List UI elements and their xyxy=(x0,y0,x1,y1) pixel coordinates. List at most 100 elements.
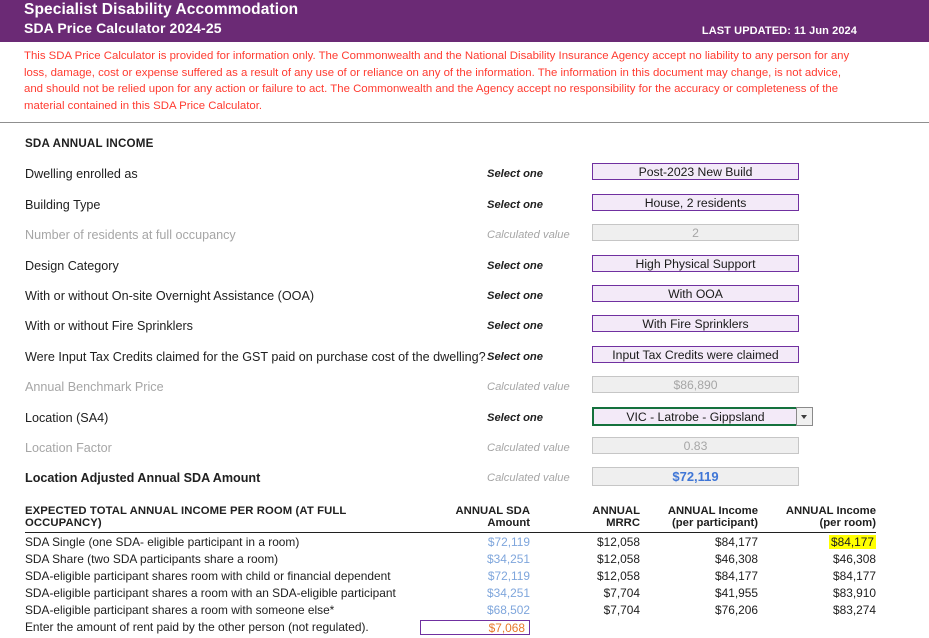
sda-annual-income-form: SDA ANNUAL INCOME Dwelling enrolled as S… xyxy=(0,123,929,497)
cell-per-room: $83,910 xyxy=(833,585,876,600)
cell-sda-amount: $72,119 xyxy=(487,568,530,583)
row-label: SDA-eligible participant shares room wit… xyxy=(25,568,391,583)
cell-sda-amount: $34,251 xyxy=(487,551,530,566)
table-header-per-room-line1: ANNUAL Income xyxy=(785,505,876,517)
rent-amount-input[interactable]: $7,068 xyxy=(420,619,530,635)
form-row-input-tax-credits: Were Input Tax Credits claimed for the G… xyxy=(0,345,929,376)
hint-design-category: Select one xyxy=(487,259,543,272)
form-row-design-category: Design Category Select one High Physical… xyxy=(0,254,929,285)
table-header-sda-amount-line2: Amount xyxy=(487,517,530,529)
cell-sda-amount: $72,119 xyxy=(487,534,530,549)
hint-input-tax-credits: Select one xyxy=(487,350,543,363)
select-ooa[interactable]: With OOA xyxy=(592,284,799,302)
table-header-sda-amount-line1: ANNUAL SDA xyxy=(455,505,530,517)
rent-entry-cell: $7,068 xyxy=(420,618,530,636)
value-location-adjusted-amount: $72,119 xyxy=(592,467,799,487)
table-header-sda-amount: ANNUAL SDA Amount xyxy=(420,505,530,533)
rent-empty-1 xyxy=(530,618,640,636)
select-location-sa4[interactable]: VIC - Latrobe - Gippsland xyxy=(592,406,799,426)
page-title: Specialist Disability Accommodation xyxy=(24,1,299,18)
rent-empty-3 xyxy=(758,618,876,636)
cell-mrrc: $12,058 xyxy=(597,568,640,583)
table-header-per-room: ANNUAL Income (per room) xyxy=(758,505,876,533)
cell-per-room: $84,177 xyxy=(833,568,876,583)
section-heading: SDA ANNUAL INCOME xyxy=(25,137,154,151)
cell-per-room: $84,177 xyxy=(758,533,876,551)
row-label: SDA-eligible participant shares a room w… xyxy=(25,602,335,617)
chevron-down-icon xyxy=(801,414,807,419)
expected-income-table-wrap: EXPECTED TOTAL ANNUAL INCOME PER ROOM (A… xyxy=(0,505,929,636)
table-row: SDA-eligible participant shares room wit… xyxy=(25,567,876,584)
label-location-sa4: Location (SA4) xyxy=(25,410,109,425)
cell-mrrc: $7,704 xyxy=(603,602,640,617)
cell-mrrc: $12,058 xyxy=(597,551,640,566)
rent-entry-label: Enter the amount of rent paid by the oth… xyxy=(25,620,369,634)
row-label: SDA Share (two SDA participants share a … xyxy=(25,551,279,566)
hint-location-sa4: Select one xyxy=(487,411,543,424)
label-ooa: With or without On-site Overnight Assist… xyxy=(25,288,315,303)
row-label: SDA Single (one SDA- eligible participan… xyxy=(25,534,300,549)
table-header-description: EXPECTED TOTAL ANNUAL INCOME PER ROOM (A… xyxy=(25,505,420,533)
table-row: SDA-eligible participant shares a room w… xyxy=(25,601,876,618)
cell-mrrc: $12,058 xyxy=(597,534,640,549)
cell-per-room: $83,274 xyxy=(833,602,876,617)
table-header-description-text: EXPECTED TOTAL ANNUAL INCOME PER ROOM (A… xyxy=(25,505,347,529)
table-header-mrrc-line2: MRRC xyxy=(606,517,640,529)
cell-per-participant: $84,177 xyxy=(715,568,758,583)
form-row-annual-benchmark-price: Annual Benchmark Price Calculated value … xyxy=(0,376,929,406)
label-number-of-residents: Number of residents at full occupancy xyxy=(25,228,236,243)
disclaimer-text: This SDA Price Calculator is provided fo… xyxy=(24,50,850,112)
form-row-location-sa4: Location (SA4) Select one VIC - Latrobe … xyxy=(0,406,929,437)
table-header-per-participant: ANNUAL Income (per participant) xyxy=(640,505,758,533)
label-location-adjusted-amount: Location Adjusted Annual SDA Amount xyxy=(25,471,261,486)
hint-building-type: Select one xyxy=(487,198,543,211)
hint-location-factor: Calculated value xyxy=(487,441,570,454)
table-header-per-room-line2: (per room) xyxy=(819,517,877,529)
table-row-rent-entry: Enter the amount of rent paid by the oth… xyxy=(25,618,876,636)
form-row-fire-sprinklers: With or without Fire Sprinklers Select o… xyxy=(0,315,929,345)
table-row: SDA Single (one SDA- eligible participan… xyxy=(25,533,876,551)
hint-ooa: Select one xyxy=(487,289,543,302)
last-updated-label: LAST UPDATED: 11 Jun 2024 xyxy=(701,25,857,37)
select-design-category[interactable]: High Physical Support xyxy=(592,254,799,272)
form-row-location-adjusted-amount: Location Adjusted Annual SDA Amount Calc… xyxy=(0,467,929,497)
label-design-category: Design Category xyxy=(25,258,119,273)
location-dropdown-button[interactable] xyxy=(796,406,813,426)
hint-annual-benchmark-price: Calculated value xyxy=(487,381,570,394)
cell-per-participant: $46,308 xyxy=(715,551,758,566)
page-subtitle: SDA Price Calculator 2024-25 xyxy=(24,20,222,36)
cell-per-participant: $41,955 xyxy=(715,585,758,600)
label-building-type: Building Type xyxy=(25,197,101,212)
form-row-building-type: Building Type Select one House, 2 reside… xyxy=(0,193,929,224)
table-row: SDA Share (two SDA participants share a … xyxy=(25,550,876,567)
label-annual-benchmark-price: Annual Benchmark Price xyxy=(25,380,164,395)
table-header-row: EXPECTED TOTAL ANNUAL INCOME PER ROOM (A… xyxy=(25,505,876,533)
label-dwelling-enrolled-as: Dwelling enrolled as xyxy=(25,167,138,182)
table-header-mrrc: ANNUAL MRRC xyxy=(530,505,640,533)
hint-location-adjusted-amount: Calculated value xyxy=(487,472,570,485)
label-fire-sprinklers: With or without Fire Sprinklers xyxy=(25,319,193,334)
select-building-type[interactable]: House, 2 residents xyxy=(592,193,799,211)
row-label: SDA-eligible participant shares a room w… xyxy=(25,585,396,600)
select-fire-sprinklers[interactable]: With Fire Sprinklers xyxy=(592,315,799,333)
label-input-tax-credits: Were Input Tax Credits claimed for the G… xyxy=(25,349,486,364)
value-number-of-residents: 2 xyxy=(592,224,799,242)
table-header-per-participant-line1: ANNUAL Income xyxy=(667,505,758,517)
form-row-number-of-residents: Number of residents at full occupancy Ca… xyxy=(0,224,929,254)
cell-sda-amount: $68,502 xyxy=(487,602,530,617)
cell-per-participant: $84,177 xyxy=(715,534,758,549)
highlighted-value: $84,177 xyxy=(829,534,876,549)
form-row-location-factor: Location Factor Calculated value 0.83 xyxy=(0,436,929,467)
app-header: Specialist Disability Accommodation SDA … xyxy=(0,0,929,42)
select-input-tax-credits[interactable]: Input Tax Credits were claimed xyxy=(592,345,799,363)
value-annual-benchmark-price: $86,890 xyxy=(592,376,799,394)
label-location-factor: Location Factor xyxy=(25,440,112,455)
table-header-mrrc-line1: ANNUAL xyxy=(592,505,640,517)
cell-mrrc: $7,704 xyxy=(603,585,640,600)
form-row-ooa: With or without On-site Overnight Assist… xyxy=(0,284,929,315)
cell-per-participant: $76,206 xyxy=(715,602,758,617)
select-dwelling-enrolled-as[interactable]: Post-2023 New Build xyxy=(592,163,799,181)
hint-dwelling-enrolled-as: Select one xyxy=(487,168,543,181)
cell-sda-amount: $34,251 xyxy=(487,585,530,600)
hint-fire-sprinklers: Select one xyxy=(487,320,543,333)
